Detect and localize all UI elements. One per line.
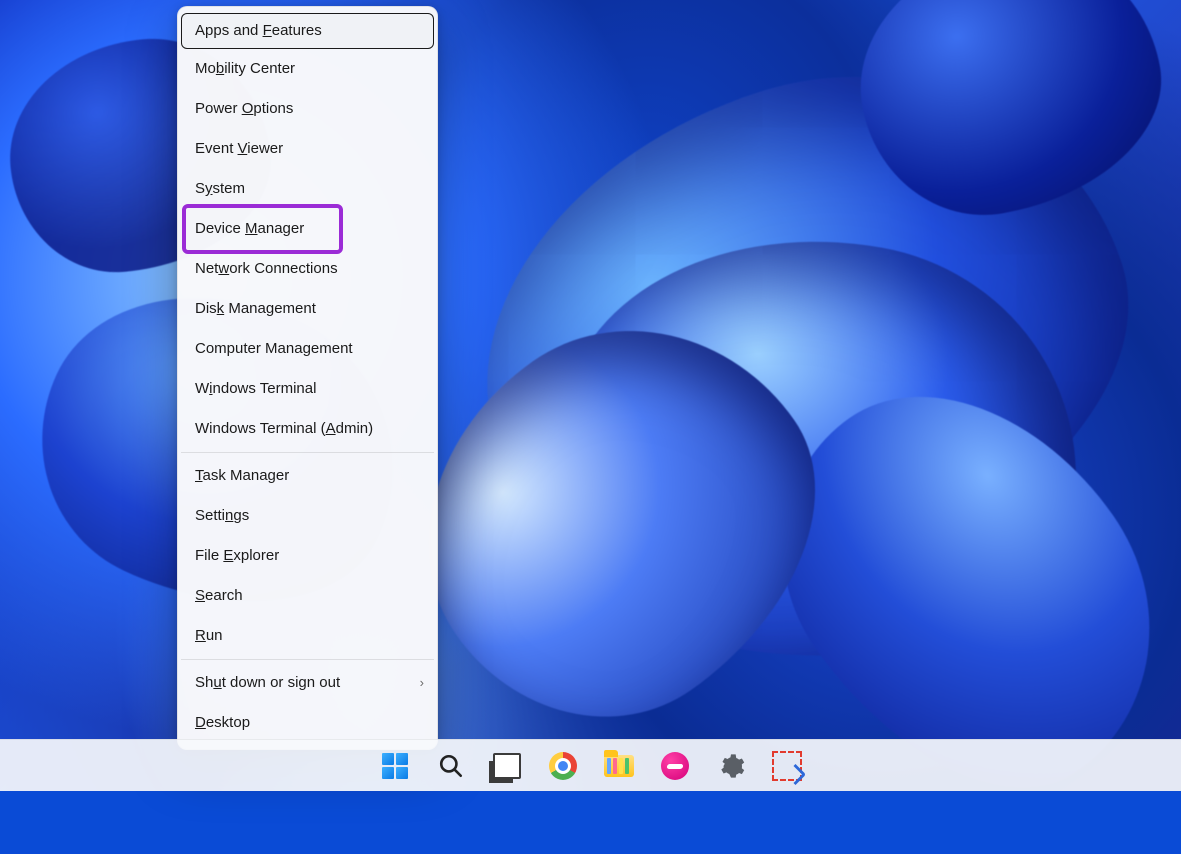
menu-item-label: Disk Management bbox=[195, 300, 316, 317]
menu-item-label: Computer Management bbox=[195, 340, 353, 357]
menu-item-label: Event Viewer bbox=[195, 140, 283, 157]
chevron-right-icon: › bbox=[420, 663, 424, 703]
menu-device-manager[interactable]: Device Manager bbox=[181, 209, 434, 249]
chrome-app[interactable] bbox=[546, 749, 580, 783]
menu-item-label: Device Manager bbox=[195, 220, 304, 237]
winx-context-menu: Apps and Features Mobility Center Power Op… bbox=[177, 6, 438, 750]
menu-apps-and-features[interactable]: Apps and Features bbox=[181, 13, 434, 49]
menu-item-label: Search bbox=[195, 587, 243, 604]
menu-task-manager[interactable]: Task Manager bbox=[181, 456, 434, 496]
menu-item-label: File Explorer bbox=[195, 547, 279, 564]
gear-icon bbox=[717, 752, 745, 780]
menu-item-label: Network Connections bbox=[195, 260, 338, 277]
taskbar bbox=[0, 739, 1181, 791]
menu-file-explorer[interactable]: File Explorer bbox=[181, 536, 434, 576]
task-view-icon bbox=[493, 753, 521, 779]
search-button[interactable] bbox=[434, 749, 468, 783]
pinned-app-lips[interactable] bbox=[658, 749, 692, 783]
start-button[interactable] bbox=[378, 749, 412, 783]
menu-item-label: System bbox=[195, 180, 245, 197]
menu-disk-management[interactable]: Disk Management bbox=[181, 289, 434, 329]
file-explorer-app[interactable] bbox=[602, 749, 636, 783]
chrome-icon bbox=[549, 752, 577, 780]
menu-power-options[interactable]: Power Options bbox=[181, 89, 434, 129]
menu-settings[interactable]: Settings bbox=[181, 496, 434, 536]
menu-item-label: Apps and Features bbox=[195, 22, 322, 39]
settings-app[interactable] bbox=[714, 749, 748, 783]
menu-computer-management[interactable]: Computer Management bbox=[181, 329, 434, 369]
menu-item-label: Settings bbox=[195, 507, 249, 524]
menu-windows-terminal[interactable]: Windows Terminal bbox=[181, 369, 434, 409]
menu-desktop[interactable]: Desktop bbox=[181, 703, 434, 743]
menu-item-label: Run bbox=[195, 627, 223, 644]
menu-run[interactable]: Run bbox=[181, 616, 434, 656]
search-icon bbox=[438, 753, 464, 779]
lips-icon bbox=[661, 752, 689, 780]
menu-item-label: Windows Terminal bbox=[195, 380, 316, 397]
menu-mobility-center[interactable]: Mobility Center bbox=[181, 49, 434, 89]
menu-event-viewer[interactable]: Event Viewer bbox=[181, 129, 434, 169]
menu-item-label: Mobility Center bbox=[195, 60, 295, 77]
menu-item-label: Power Options bbox=[195, 100, 293, 117]
menu-shutdown-signout[interactable]: Shut down or sign out › bbox=[181, 663, 434, 703]
snipping-tool-app[interactable] bbox=[770, 749, 804, 783]
windows-logo-icon bbox=[382, 753, 408, 779]
folder-icon bbox=[604, 755, 634, 777]
menu-windows-terminal-admin[interactable]: Windows Terminal (Admin) bbox=[181, 409, 434, 449]
menu-network-connections[interactable]: Network Connections bbox=[181, 249, 434, 289]
task-view-button[interactable] bbox=[490, 749, 524, 783]
menu-item-label: Task Manager bbox=[195, 467, 289, 484]
menu-search[interactable]: Search bbox=[181, 576, 434, 616]
menu-item-label: Shut down or sign out bbox=[195, 674, 340, 691]
menu-item-label: Desktop bbox=[195, 714, 250, 731]
menu-item-label: Windows Terminal (Admin) bbox=[195, 420, 373, 437]
menu-system[interactable]: System bbox=[181, 169, 434, 209]
snipping-tool-icon bbox=[772, 751, 802, 781]
